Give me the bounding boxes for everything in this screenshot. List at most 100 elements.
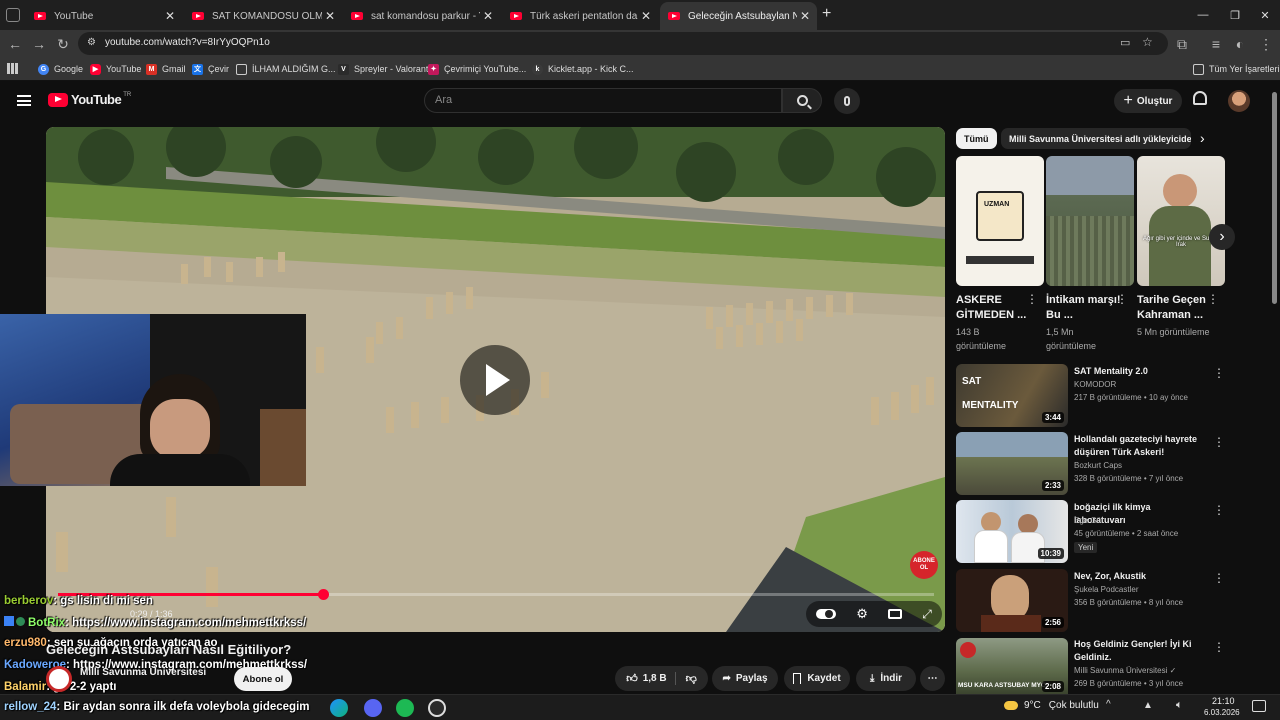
forward-icon[interactable]: → (29, 34, 49, 54)
short-more-icon[interactable]: ⋮ (1026, 293, 1038, 305)
hamburger-menu-icon[interactable] (17, 95, 31, 106)
profile-icon[interactable]: ◐ (1230, 34, 1250, 54)
search-button[interactable] (782, 88, 822, 113)
dislike-button[interactable]: 👎︎ (676, 672, 697, 685)
back-icon[interactable]: ← (5, 34, 25, 54)
bookmark-spreyler[interactable]: V Spreyler - Valorant (338, 62, 428, 76)
clock-time[interactable]: 21:10 (1212, 696, 1235, 706)
short-title[interactable]: Tarihe Geçen Kahraman ... (1137, 293, 1213, 323)
youtube-logo[interactable]: YouTube TR (48, 92, 131, 107)
short-thumbnail[interactable] (1046, 156, 1134, 286)
bookmark-youtube[interactable]: ▶ YouTube (90, 62, 141, 76)
new-tab-button[interactable]: + (822, 5, 831, 23)
video-more-icon[interactable]: ⋮ (1213, 504, 1225, 516)
short-thumbnail[interactable]: Ağır gibi yer içinde ve Suriye Irak (1137, 156, 1225, 286)
bookmark-star-icon[interactable]: ☆ (1142, 35, 1153, 49)
video-more-icon[interactable]: ⋮ (1213, 367, 1225, 379)
channel-avatar[interactable] (46, 666, 72, 692)
tab-pentatlon[interactable]: Türk askeri pentatlon da dünya ✕ (502, 4, 658, 28)
short-more-icon[interactable]: ⋮ (1207, 293, 1219, 305)
notifications-bell-icon[interactable] (1193, 91, 1207, 105)
reload-icon[interactable]: ↻ (53, 34, 73, 54)
chip-from-uploader[interactable]: Milli Savunma Üniversitesi adlı yükleyic… (1001, 128, 1191, 149)
video-thumbnail[interactable]: 10:39 (956, 500, 1068, 563)
obs-icon[interactable] (428, 699, 446, 717)
cast-icon[interactable]: ▭ (1120, 36, 1130, 49)
weather-widget[interactable]: 9°C Çok bulutlu (1004, 700, 1099, 711)
short-more-icon[interactable]: ⋮ (1116, 293, 1128, 305)
site-info-icon[interactable]: ⚙ (87, 37, 96, 48)
bookmark-cevir[interactable]: 文 Çevir (192, 62, 229, 76)
close-tab-icon[interactable]: ✕ (162, 9, 178, 23)
discord-icon[interactable] (364, 699, 382, 717)
settings-gear-icon[interactable]: ⚙ (856, 606, 868, 622)
progress-scrubber[interactable] (317, 589, 329, 600)
chips-next-icon[interactable]: › (1200, 130, 1205, 146)
bookmark-gmail[interactable]: M Gmail (146, 62, 186, 76)
all-bookmarks[interactable]: Tüm Yer İşaretleri (1193, 62, 1280, 76)
bookmark-kicklet[interactable]: k Kicklet.app - Kick C... (532, 62, 634, 76)
avatar[interactable] (1228, 90, 1250, 112)
shorts-next-icon[interactable]: › (1209, 224, 1235, 250)
progress-bar-track[interactable] (58, 589, 934, 600)
subscribe-button[interactable]: Abone ol (234, 667, 292, 691)
autoplay-toggle-icon[interactable] (816, 609, 837, 619)
video-more-icon[interactable]: ⋮ (1213, 641, 1225, 653)
close-tab-icon[interactable]: ✕ (480, 9, 496, 23)
video-thumbnail[interactable]: 2:33 (956, 432, 1068, 495)
channel-subscribe-badge[interactable]: ABONE OL (910, 551, 938, 579)
video-more-icon[interactable]: ⋮ (1213, 436, 1225, 448)
close-tab-icon[interactable]: ✕ (797, 9, 813, 23)
share-button[interactable]: ➦ Paylaş (712, 666, 778, 691)
browser-menu-icon[interactable]: ⋮ (1256, 34, 1276, 54)
save-button[interactable]: Kaydet (784, 666, 850, 691)
video-channel[interactable]: Şukela Podcastler (1074, 583, 1209, 597)
close-tab-icon[interactable]: ✕ (638, 9, 654, 23)
more-actions-button[interactable]: ⋯ (920, 666, 945, 691)
video-title-link[interactable]: Hollandalı gazeteciyi hayrete düşüren Tü… (1074, 433, 1204, 459)
video-channel[interactable]: Ege Gül (1074, 514, 1209, 528)
address-bar[interactable]: ⚙ youtube.com/watch?v=8IrYyOQPn1o ▭ ☆ (78, 32, 1168, 55)
minimize-icon[interactable]: — (1186, 0, 1220, 30)
video-channel[interactable]: Milli Savunma Üniversitesi ✓ (1074, 664, 1209, 678)
bookmark-cevrimici-youtube[interactable]: ✦ Çevrimiçi YouTube... (428, 62, 526, 76)
video-title-link[interactable]: Hoş Geldiniz Gençler! İyi Ki Geldiniz. (1074, 638, 1204, 664)
create-button[interactable]: + Oluştur (1114, 89, 1182, 113)
video-title-link[interactable]: Nev, Zor, Akustik (1074, 570, 1204, 583)
microphone-icon[interactable] (834, 88, 860, 114)
reading-list-icon[interactable]: ≡ (1206, 34, 1226, 54)
fullscreen-icon[interactable]: ⤢ (922, 607, 932, 622)
edge-icon[interactable] (330, 699, 348, 717)
tab-gelecegin-astsubaylari[interactable]: Geleceğin Astsubaylan Nasıl Eğ ✕ (660, 2, 817, 30)
video-channel[interactable]: Bozkurt Caps (1074, 459, 1209, 473)
theater-mode-icon[interactable] (888, 609, 903, 619)
short-title[interactable]: ASKERE GİTMEDEN ... (956, 293, 1032, 323)
apps-grid-icon[interactable] (7, 63, 18, 74)
chip-all[interactable]: Tümü (956, 128, 997, 149)
bookmark-google[interactable]: G Google (38, 62, 83, 76)
bookmark-ilham[interactable]: İLHAM ALDIĞIM G... (236, 62, 336, 76)
video-thumbnail[interactable]: MSÜ KARA ASTSUBAY MYO 2:08 (956, 638, 1068, 694)
page-scrollbar[interactable] (1272, 92, 1277, 304)
short-title[interactable]: İntikam marşı! Bu ... (1046, 293, 1122, 323)
clock-date[interactable]: 6.03.2026 (1204, 708, 1240, 717)
extensions-icon[interactable]: ⧉ (1172, 34, 1192, 54)
volume-icon[interactable]: 🔈︎ (1176, 699, 1183, 712)
video-more-icon[interactable]: ⋮ (1213, 572, 1225, 584)
video-thumbnail[interactable]: 2:56 (956, 569, 1068, 632)
like-button[interactable]: 👍︎ 1,8 B (626, 672, 676, 685)
video-channel[interactable]: KOMODOR (1074, 378, 1209, 392)
tab-sat-parkur[interactable]: sat komandosu parkur - YouTub ✕ (343, 4, 500, 28)
spotify-icon[interactable] (396, 699, 414, 717)
close-tab-icon[interactable]: ✕ (322, 9, 338, 23)
play-button[interactable] (460, 345, 530, 415)
network-icon[interactable]: ▲ (1143, 700, 1153, 711)
channel-name[interactable]: Milli Savunma Üniversitesi (80, 667, 206, 678)
download-button[interactable]: ⤓ İndir (856, 666, 916, 691)
tab-search-icon[interactable] (6, 8, 20, 22)
search-input[interactable]: Ara (424, 88, 782, 113)
tab-youtube[interactable]: YouTube ✕ (26, 4, 182, 28)
video-thumbnail[interactable]: SAT MENTALITY 3:44 (956, 364, 1068, 427)
tray-chevron-icon[interactable]: ^ (1106, 699, 1111, 710)
close-window-icon[interactable]: ✕ (1248, 0, 1280, 30)
